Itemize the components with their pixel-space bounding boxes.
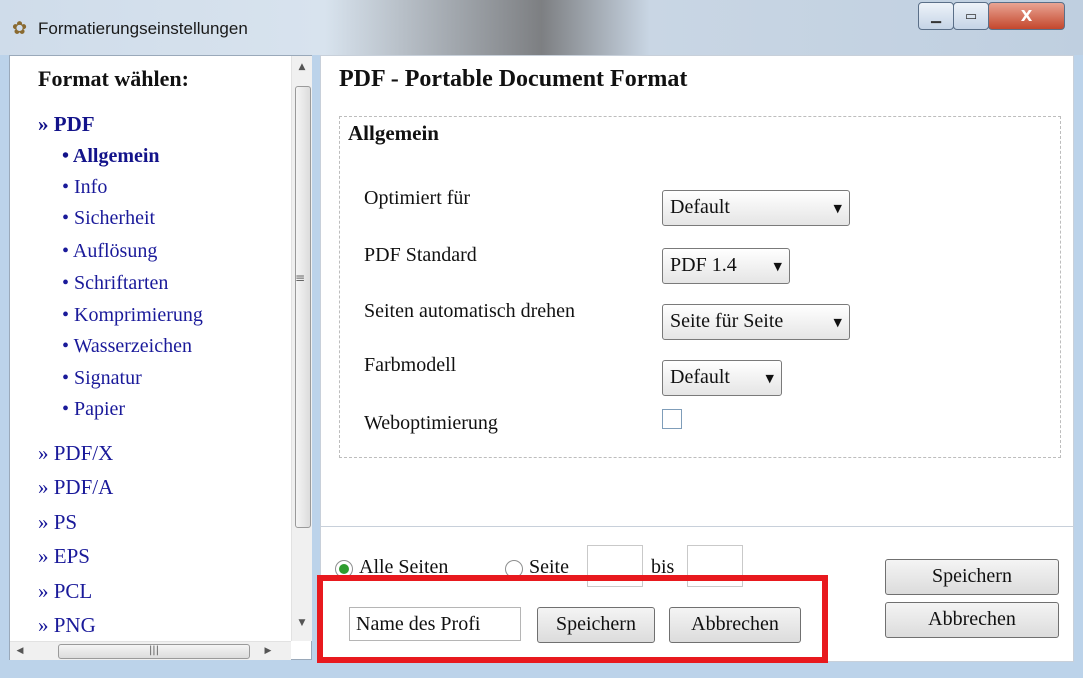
sidebar-item-eps[interactable]: » EPS [38, 544, 90, 569]
color-model-label: Farbmodell [364, 354, 457, 376]
scroll-right-icon[interactable]: ▶ [260, 642, 276, 660]
scroll-left-icon[interactable]: ◀ [12, 642, 28, 660]
sidebar-subitem-komprimierung[interactable]: • Komprimierung [62, 304, 203, 327]
profile-name-input[interactable]: Name des Profi [349, 607, 521, 641]
grip-icon: ≡ [295, 271, 306, 285]
page-from-input[interactable] [587, 545, 643, 587]
sidebar-subitem-sicherheit[interactable]: • Sicherheit [62, 207, 155, 230]
sidebar-subitem-aufloesung[interactable]: • Auflösung [62, 240, 157, 263]
format-sidebar: Format wählen: » PDF • Allgemein • Info … [9, 55, 312, 660]
general-group: Allgemein Optimiert für Default ▼ PDF St… [339, 116, 1061, 458]
auto-rotate-value: Seite für Seite [670, 310, 784, 332]
color-model-value: Default [670, 366, 730, 388]
minimize-button[interactable]: ▁ [918, 2, 954, 30]
sidebar-item-pdf[interactable]: » PDF [38, 112, 95, 137]
sidebar-item-pdfa[interactable]: » PDF/A [38, 475, 113, 500]
optimized-for-select[interactable]: Default ▼ [662, 190, 850, 226]
optimized-for-value: Default [670, 196, 730, 218]
cancel-button[interactable]: Abbrechen [885, 602, 1059, 638]
sidebar-subitem-schriftarten[interactable]: • Schriftarten [62, 272, 168, 295]
sidebar-subitem-info[interactable]: • Info [62, 176, 107, 199]
page-title: PDF - Portable Document Format [339, 66, 688, 92]
close-button[interactable]: X [988, 2, 1065, 30]
chevron-down-icon: ▼ [765, 372, 774, 385]
format-list: Format wählen: » PDF • Allgemein • Info … [10, 56, 290, 641]
web-optimization-checkbox[interactable] [662, 409, 682, 429]
page-radio[interactable] [505, 560, 523, 578]
optimized-for-label: Optimiert für [364, 187, 471, 209]
pdf-standard-value: PDF 1.4 [670, 254, 737, 276]
window-title: Formatierungseinstellungen [38, 19, 248, 38]
pdf-standard-label: PDF Standard [364, 244, 477, 266]
chevron-down-icon: ▼ [833, 202, 842, 215]
web-optimization-label: Weboptimierung [364, 412, 498, 434]
all-pages-label: Alle Seiten [359, 556, 449, 578]
scroll-up-icon[interactable]: ▲ [292, 62, 312, 72]
profile-cancel-button[interactable]: Abbrechen [669, 607, 801, 643]
auto-rotate-select[interactable]: Seite für Seite ▼ [662, 304, 850, 340]
all-pages-radio[interactable] [335, 560, 353, 578]
sidebar-subitem-allgemein[interactable]: • Allgemein [62, 145, 160, 168]
chevron-down-icon: ▼ [833, 316, 842, 329]
radio-selected-dot [339, 564, 349, 574]
pdf-standard-select[interactable]: PDF 1.4 ▼ [662, 248, 790, 284]
sidebar-subitem-signatur[interactable]: • Signatur [62, 367, 142, 390]
group-title: Allgemein [348, 121, 439, 145]
divider [321, 526, 1073, 527]
maximize-button[interactable]: ▭ [953, 2, 989, 30]
color-model-select[interactable]: Default ▼ [662, 360, 782, 396]
to-label: bis [651, 556, 675, 578]
save-button[interactable]: Speichern [885, 559, 1059, 595]
settings-panel: PDF - Portable Document Format Allgemein… [320, 55, 1074, 662]
app-window: ✿ Formatierungseinstellungen ▁ ▭ X Forma… [0, 0, 1083, 678]
minimize-icon: ▁ [931, 8, 941, 24]
sidebar-subitem-wasserzeichen[interactable]: • Wasserzeichen [62, 335, 192, 358]
sidebar-item-pcl[interactable]: » PCL [38, 579, 92, 604]
auto-rotate-label: Seiten automatisch drehen [364, 300, 576, 322]
horizontal-scroll-thumb[interactable]: ||| [58, 644, 250, 659]
app-icon: ✿ [12, 18, 28, 39]
sidebar-item-png[interactable]: » PNG [38, 613, 96, 638]
vertical-scroll-thumb[interactable] [295, 86, 311, 528]
title-bar[interactable]: ✿ Formatierungseinstellungen ▁ ▭ X [0, 0, 1083, 55]
sidebar-heading: Format wählen: [38, 66, 189, 91]
close-icon: X [1020, 7, 1033, 25]
chevron-down-icon: ▼ [773, 260, 782, 273]
maximize-icon: ▭ [964, 8, 978, 24]
page-to-input[interactable] [687, 545, 743, 587]
vertical-scrollbar[interactable]: ▲ ≡ ▼ [291, 56, 312, 641]
scroll-down-icon[interactable]: ▼ [292, 618, 312, 628]
sidebar-subitem-papier[interactable]: • Papier [62, 398, 125, 421]
page-label: Seite [529, 556, 569, 578]
horizontal-scrollbar[interactable]: ◀ ||| ▶ [10, 641, 291, 660]
profile-save-button[interactable]: Speichern [537, 607, 655, 643]
sidebar-item-ps[interactable]: » PS [38, 510, 77, 535]
sidebar-item-pdfx[interactable]: » PDF/X [38, 441, 113, 466]
